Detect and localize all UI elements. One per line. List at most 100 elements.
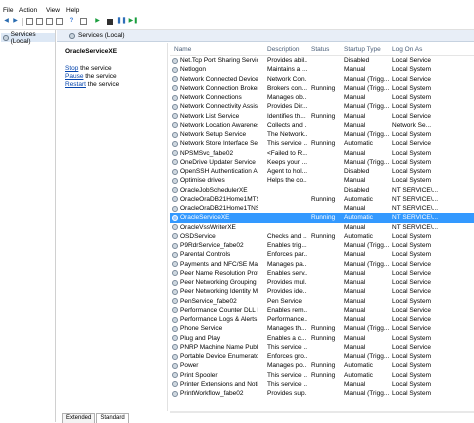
service-description: Provides Dir... [267, 103, 307, 111]
table-row[interactable]: Power Manages po... Running Automatic Local … [170, 361, 474, 370]
menu-help[interactable]: Help [66, 7, 79, 14]
service-gear-icon [172, 66, 178, 73]
forward-arrow-icon[interactable]: ▶ [12, 18, 19, 25]
menu-view[interactable]: View [46, 7, 60, 14]
service-description: Enforces gro... [267, 353, 307, 360]
service-log-on-as: Local System [392, 362, 432, 370]
start-service-icon[interactable]: ▶ [94, 18, 101, 25]
table-row[interactable]: Printer Extensions and Notif... This serv… [170, 380, 474, 389]
show-action-pane-icon[interactable] [80, 18, 87, 25]
table-row[interactable]: OracleVssWriterXE Manual NT SERVICE\... [170, 223, 474, 232]
table-row[interactable]: Performance Counter DLL H... Enables rem.… [170, 306, 474, 315]
table-row[interactable]: OracleOraDB21Home1MTSR... Running Automati… [170, 195, 474, 204]
table-row[interactable]: Network Store Interface Serv... This serv… [170, 139, 474, 148]
table-row[interactable]: Portable Device Enumerator ... Enforces g… [170, 352, 474, 361]
table-row[interactable]: Network Connection Broker Brokers con... R… [170, 84, 474, 93]
table-row[interactable]: Network Connectivity Assist... Provides D… [170, 102, 474, 111]
table-row[interactable]: Network Connections Manages ob... Manual Lo… [170, 93, 474, 102]
service-name: Network Store Interface Serv... [172, 139, 258, 148]
table-row[interactable]: Payments and NFC/SE Mana... Manages pa...… [170, 260, 474, 269]
refresh-icon[interactable] [46, 18, 53, 25]
table-row[interactable]: NPSMSvc_fabe02 <Failed to R... Manual Local… [170, 149, 474, 158]
service-description: Provides mul... [267, 279, 307, 286]
stop-service-icon[interactable] [106, 18, 113, 25]
service-startup-type: Manual (Trigg... [344, 158, 390, 166]
service-status: Running [311, 195, 336, 203]
table-row[interactable]: Net.Tcp Port Sharing Service Provides abi… [170, 56, 474, 65]
pause-service-icon[interactable]: ❚❚ [116, 18, 126, 25]
table-row[interactable]: Parental Controls Enforces par... Manual Lo… [170, 250, 474, 259]
service-name-text: Network Connection Broker [180, 84, 258, 92]
service-description: Checks and ... [267, 232, 307, 240]
column-header-log-on-as[interactable]: Log On As [392, 46, 422, 53]
table-row[interactable]: P9RdrService_fabe02 Enables trig... Manual… [170, 241, 474, 250]
properties-icon[interactable] [36, 18, 43, 25]
restart-service-icon[interactable]: ▶❚ [129, 18, 139, 25]
column-header-status[interactable]: Status [311, 46, 329, 53]
service-name: Printer Extensions and Notif... [172, 380, 258, 389]
service-gear-icon [172, 94, 178, 101]
table-row[interactable]: PNRP Machine Name Public... This service … [170, 343, 474, 352]
pause-service-action: Pause the service [65, 73, 117, 80]
table-row[interactable]: Phone Service Manages th... Running Manual … [170, 324, 474, 333]
service-startup-type: Manual [344, 279, 366, 286]
table-row[interactable]: OpenSSH Authentication Ag... Agent to hol… [170, 167, 474, 176]
table-row[interactable]: PenService_fabe02 Pen Service Manual Local … [170, 297, 474, 306]
table-row[interactable]: Network Connected Devices ... Network Con… [170, 75, 474, 84]
service-gear-icon [172, 113, 178, 120]
service-startup-type: Automatic [344, 214, 373, 222]
column-header-description[interactable]: Description [267, 46, 300, 53]
table-row[interactable]: OracleOraDB21Home1TNSLi... Manual NT SERVI… [170, 204, 474, 213]
show-hide-console-tree-icon[interactable] [26, 18, 33, 25]
toolbar-separator [22, 18, 23, 26]
stop-service-link[interactable]: Stop [65, 65, 78, 72]
service-startup-type: Manual [344, 205, 366, 212]
help-icon[interactable]: ? [68, 18, 75, 25]
table-row[interactable]: OSDService Checks and ... Running Automatic… [170, 232, 474, 241]
service-name-text: PenService_fabe02 [180, 297, 237, 305]
service-gear-icon [172, 187, 178, 194]
service-gear-icon [172, 298, 178, 305]
table-row[interactable]: Network Setup Service The Network... Manua… [170, 130, 474, 139]
table-row[interactable]: Peer Networking Grouping Provides mul... M… [170, 278, 474, 287]
table-row[interactable]: Optimise drives Helps the co... Manual Loca… [170, 176, 474, 185]
export-list-icon[interactable] [56, 18, 63, 25]
table-row[interactable]: PrintWorkflow_fabe02 Provides sup... Manua… [170, 389, 474, 398]
action-text: the service [83, 73, 117, 80]
service-name: Network Connectivity Assist... [172, 102, 258, 111]
table-row[interactable]: Plug and Play Enables a c... Running Manual… [170, 334, 474, 343]
service-status: Running [311, 325, 336, 333]
service-name: OracleServiceXE [172, 213, 258, 222]
menu-file[interactable]: File [3, 7, 13, 14]
table-row[interactable]: Print Spooler This service ... Running Auto… [170, 371, 474, 380]
service-startup-type: Manual [344, 149, 366, 157]
restart-service-link[interactable]: Restart [65, 81, 86, 88]
service-gear-icon [172, 251, 178, 258]
service-startup-type: Manual [344, 251, 366, 259]
table-row[interactable]: Network List Service Identifies th... Runn… [170, 112, 474, 121]
tree-item-services-local[interactable]: Services (Local) [1, 31, 55, 45]
table-row[interactable]: OracleServiceXE Running Automatic NT SERVIC… [170, 213, 474, 223]
service-gear-icon [172, 288, 178, 295]
table-row[interactable]: Peer Name Resolution Proto... Enables ser… [170, 269, 474, 278]
service-gear-icon [172, 233, 178, 240]
service-log-on-as: NT SERVICE\... [392, 214, 438, 222]
service-name: Performance Counter DLL H... [172, 306, 258, 315]
table-row[interactable]: OracleJobSchedulerXE Disabled NT SERVICE\.… [170, 186, 474, 195]
table-row[interactable]: OneDrive Updater Service Keeps your ... Ma… [170, 158, 474, 167]
service-status: Running [311, 214, 336, 222]
service-description: Provides abil... [267, 57, 307, 64]
menu-action[interactable]: Action [19, 7, 37, 14]
horizontal-scrollbar[interactable] [170, 411, 474, 413]
pause-service-link[interactable]: Pause [65, 73, 83, 80]
back-arrow-icon[interactable]: ◀ [3, 18, 10, 25]
table-row[interactable]: Peer Networking Identity M... Provides id… [170, 287, 474, 296]
service-name-text: OneDrive Updater Service [180, 158, 256, 166]
column-header-name[interactable]: Name [174, 46, 191, 53]
table-row[interactable]: Performance Logs & Alerts Performance... M… [170, 315, 474, 324]
table-row[interactable]: Netlogon Maintains a ... Manual Local Syste… [170, 65, 474, 74]
table-row[interactable]: Network Location Awareness Collects and .… [170, 121, 474, 130]
column-header-startup-type[interactable]: Startup Type [344, 46, 381, 53]
service-name-text: Network Store Interface Serv... [180, 140, 258, 148]
service-description: The Network... [267, 131, 307, 138]
